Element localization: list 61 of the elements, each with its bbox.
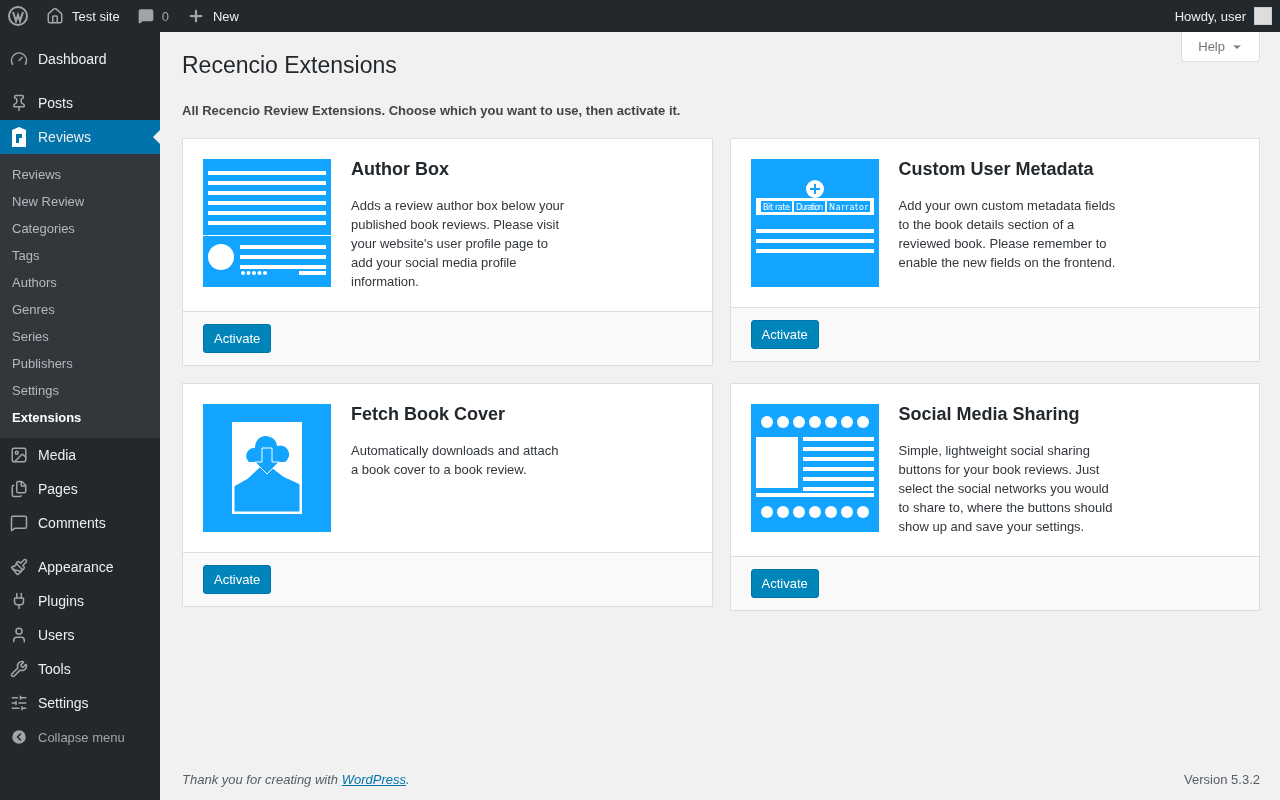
avatar-icon xyxy=(1254,7,1272,25)
home-icon xyxy=(46,7,64,25)
menu-icon xyxy=(10,94,28,112)
submenu-item[interactable]: Settings xyxy=(0,377,160,404)
site-name-link[interactable]: Test site xyxy=(46,7,120,25)
submenu-item[interactable]: Publishers xyxy=(0,350,160,377)
footer-text: Thank you for creating with WordPress. xyxy=(182,772,410,787)
menu-icon xyxy=(10,446,28,464)
comments-link[interactable]: 0 xyxy=(137,8,169,24)
sidebar-item[interactable]: Plugins xyxy=(0,584,160,618)
submenu-item[interactable]: Tags xyxy=(0,242,160,269)
submenu-item[interactable]: Authors xyxy=(0,269,160,296)
menu-icon xyxy=(10,660,28,678)
extension-description: Automatically downloads and attach a book cover to a book review. xyxy=(351,442,560,479)
r-logo-icon xyxy=(10,127,28,147)
help-button[interactable]: Help xyxy=(1181,32,1260,62)
sidebar-item[interactable]: Posts xyxy=(0,86,160,120)
page-title: Recencio Extensions xyxy=(182,52,398,79)
submenu-item[interactable]: Extensions xyxy=(0,404,160,431)
activate-button[interactable]: Activate xyxy=(750,320,819,349)
extension-title: Custom User Metadata xyxy=(898,159,1095,180)
version-text: Version 5.3.2 xyxy=(1184,772,1260,787)
new-link[interactable]: New xyxy=(186,7,239,25)
activate-button[interactable]: Activate xyxy=(750,569,819,598)
activate-button[interactable]: Activate xyxy=(203,324,272,353)
sidebar-item[interactable]: Tools xyxy=(0,652,160,686)
sidebar-item[interactable]: Users xyxy=(0,618,160,652)
sidebar-item[interactable]: Media xyxy=(0,438,160,472)
comment-icon xyxy=(137,8,154,24)
sidebar-item[interactable]: Comments xyxy=(0,506,160,540)
sidebar-item[interactable]: Reviews xyxy=(0,120,160,154)
submenu-item[interactable]: Reviews xyxy=(0,161,160,188)
extension-description: Add your own custom metadata fields to the book details section of a reviewed book. Please remember to enable the new fields on the frontend. xyxy=(898,197,1117,272)
current-pointer-icon xyxy=(153,130,160,144)
extension-description: Adds a review author box below your published book reviews. Please visit your website's user profile page to add your social media profile information. xyxy=(351,197,566,291)
menu-icon xyxy=(10,694,28,712)
sidebar-item[interactable]: Appearance xyxy=(0,550,160,584)
menu-icon xyxy=(10,514,28,532)
activate-button[interactable]: Activate xyxy=(203,565,272,594)
menu-icon xyxy=(10,626,28,644)
intro-text: All Recencio Review Extensions. Choose which you want to use, then activate it. xyxy=(182,103,682,118)
wordpress-link[interactable]: WordPress xyxy=(341,772,406,787)
menu-icon xyxy=(10,480,28,498)
extension-description: Simple, lightweight social sharing buttons for your book reviews. Just select the social networks you would to share to, where the buttons should show up and save your settings. xyxy=(898,442,1114,536)
submenu-item[interactable]: New Review xyxy=(0,188,160,215)
collapse-icon xyxy=(10,728,28,746)
menu-icon xyxy=(10,50,28,68)
extension-title: Author Box xyxy=(351,159,450,180)
extension-title: Social Media Sharing xyxy=(898,404,1081,425)
sidebar-item[interactable]: Settings xyxy=(0,686,160,720)
sidebar-item[interactable]: Dashboard xyxy=(0,42,160,76)
menu-icon xyxy=(10,558,28,576)
sidebar-item[interactable]: Pages xyxy=(0,472,160,506)
wordpress-logo-icon[interactable] xyxy=(8,6,28,26)
submenu-item[interactable]: Genres xyxy=(0,296,160,323)
extension-title: Fetch Book Cover xyxy=(351,404,507,425)
submenu-item[interactable]: Series xyxy=(0,323,160,350)
metadata-table-illustration: Bit rate Duration Narrator xyxy=(750,159,879,287)
submenu-item[interactable]: Categories xyxy=(0,215,160,242)
collapse-menu-button[interactable]: Collapse menu xyxy=(0,720,160,754)
greeting-link[interactable]: Howdy, user xyxy=(1174,7,1272,25)
